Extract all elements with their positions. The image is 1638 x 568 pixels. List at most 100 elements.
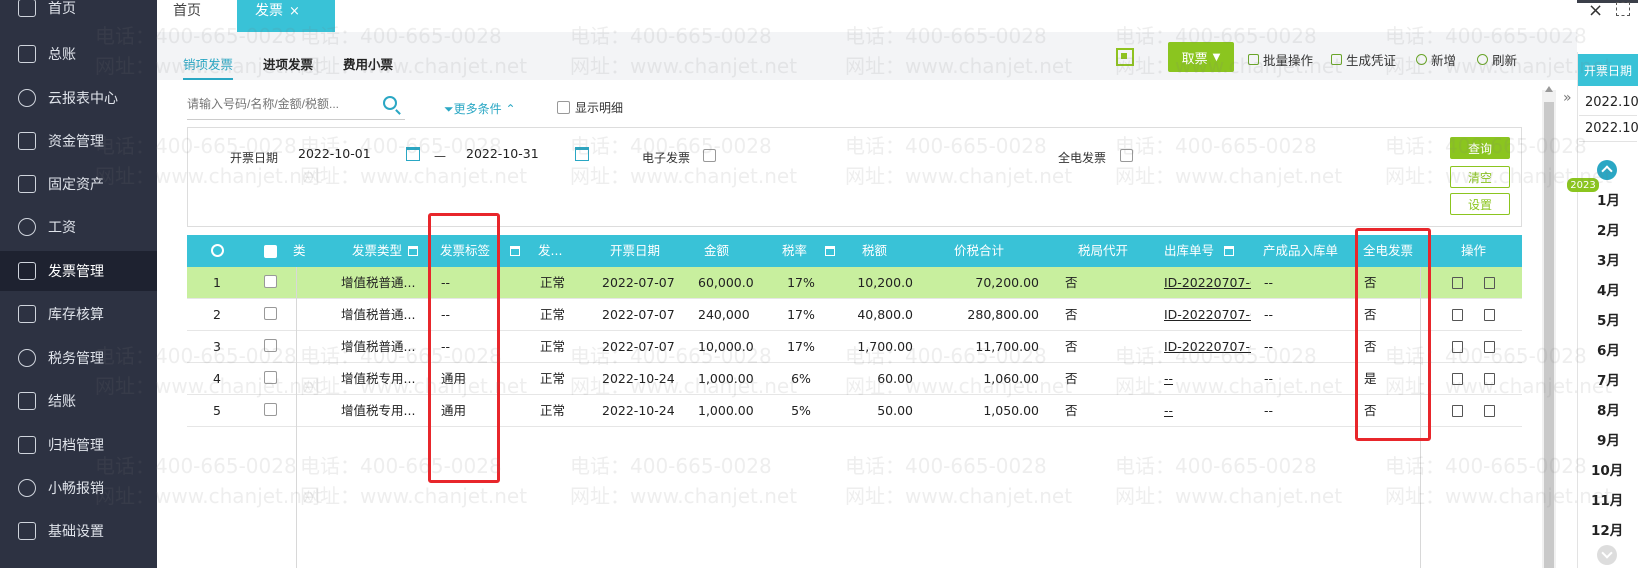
fetch-invoice-button[interactable]: 取票 ▼ (1168, 42, 1234, 72)
tab-output-invoice[interactable]: 销项发票 (183, 46, 234, 80)
date-panel-value[interactable]: 2022.10 (1579, 90, 1638, 116)
column-settings-gear-icon[interactable] (211, 244, 224, 257)
header-agent[interactable]: 税局代开 (1078, 235, 1128, 267)
month-item[interactable]: 11月 (1591, 489, 1631, 509)
header-total[interactable]: 价税合计 (954, 235, 1004, 267)
settings-button[interactable]: 设置 (1450, 193, 1510, 215)
collapse-panel-icon[interactable]: » (1563, 90, 1572, 106)
filter-icon[interactable] (408, 246, 419, 256)
view-detail-icon[interactable] (1452, 309, 1463, 321)
scrollbar-thumb[interactable] (1544, 102, 1554, 568)
tab-invoice[interactable]: 发票 × (237, 0, 335, 32)
search-icon[interactable] (383, 96, 397, 110)
header-outbound[interactable]: 出库单号 (1164, 235, 1235, 267)
delete-icon[interactable] (1484, 373, 1495, 385)
view-detail-icon[interactable] (1452, 405, 1463, 417)
header-amount[interactable]: 金额 (704, 235, 729, 267)
table-row[interactable]: 2 增值税普通... -- 正常 2022-07-07 240,000 17% 40,800.… (187, 299, 1522, 331)
month-item[interactable]: 8月 (1597, 399, 1637, 419)
sidebar-item[interactable]: 小畅报销 (0, 468, 157, 508)
window-close-icon[interactable]: × (1588, 0, 1603, 21)
cell-outbound[interactable]: ID-20220707-0 (1164, 267, 1251, 299)
month-item[interactable]: 9月 (1597, 429, 1637, 449)
row-checkbox[interactable] (264, 275, 277, 288)
sidebar-item[interactable]: 首页 (0, 0, 157, 28)
month-item[interactable]: 4月 (1597, 279, 1637, 299)
date-panel-value[interactable]: 2022.10 (1579, 116, 1638, 142)
view-detail-icon[interactable] (1452, 277, 1463, 289)
delete-icon[interactable] (1484, 405, 1495, 417)
tab-close-icon[interactable]: × (289, 4, 300, 19)
filter-icon[interactable] (1224, 246, 1235, 256)
show-detail-checkbox[interactable] (557, 101, 570, 114)
sidebar-item[interactable]: 工资 (0, 207, 157, 247)
cell-outbound[interactable]: -- (1164, 395, 1251, 427)
month-item[interactable]: 2月 (1597, 219, 1637, 239)
month-item[interactable]: 5月 (1597, 309, 1637, 329)
table-row[interactable]: 4 增值税专用... 通用 正常 2022-10-24 1,000.00 6% 60.00 1,… (187, 363, 1522, 395)
month-item[interactable]: 7月 (1597, 369, 1637, 389)
cell-outbound[interactable]: -- (1164, 363, 1251, 395)
month-item[interactable]: 1月 (1597, 189, 1637, 209)
sidebar-item[interactable]: 固定资产 (0, 164, 157, 204)
sidebar-item[interactable]: 发票管理 (0, 251, 157, 291)
vertical-scrollbar[interactable] (1542, 90, 1556, 568)
sidebar-item[interactable]: 总账 (0, 34, 157, 74)
month-item[interactable]: 12月 (1591, 519, 1631, 539)
batch-operation-button[interactable]: 批量操作 (1248, 50, 1313, 69)
more-conditions-toggle[interactable]: ⏷更多条件 ⌃ (444, 100, 516, 117)
header-tax[interactable]: 税额 (862, 235, 887, 267)
previous-year-icon[interactable] (1597, 160, 1617, 180)
sidebar-item[interactable]: 基础设置 (0, 511, 157, 551)
cell-outbound[interactable]: ID-20220707-0 (1164, 299, 1251, 331)
table-row[interactable]: 1 增值税普通... -- 正常 2022-07-07 60,000.0 17% 10,200… (187, 267, 1522, 299)
sidebar-item[interactable]: 云报表中心 (0, 78, 157, 118)
cell-outbound[interactable]: ID-20220707-0 (1164, 331, 1251, 363)
sidebar-item[interactable]: 库存核算 (0, 294, 157, 334)
full-e-invoice-checkbox[interactable] (1120, 149, 1133, 162)
search-input[interactable] (187, 90, 377, 118)
show-detail-toggle[interactable]: 显示明细 (557, 99, 623, 116)
tab-input-invoice[interactable]: 进项发票 (263, 46, 313, 80)
tab-home[interactable]: 首页 (173, 0, 201, 22)
date-from-field[interactable]: 2022-10-01 (298, 146, 371, 161)
header-inbound[interactable]: 产成品入库单 (1263, 235, 1338, 267)
month-item[interactable]: 10月 (1591, 459, 1631, 479)
sidebar-item[interactable]: 资金管理 (0, 121, 157, 161)
view-detail-icon[interactable] (1452, 373, 1463, 385)
header-invoice-type[interactable]: 发票类型 (352, 235, 419, 267)
row-checkbox[interactable] (264, 403, 277, 416)
delete-icon[interactable] (1484, 309, 1495, 321)
fullscreen-icon[interactable] (1616, 2, 1630, 16)
month-item[interactable]: 3月 (1597, 249, 1637, 269)
delete-icon[interactable] (1484, 277, 1495, 289)
calendar-icon[interactable] (406, 147, 420, 161)
calendar-icon[interactable] (575, 147, 589, 161)
next-year-icon[interactable] (1597, 545, 1617, 565)
view-detail-icon[interactable] (1452, 341, 1463, 353)
select-all-checkbox[interactable] (264, 245, 277, 258)
row-checkbox[interactable] (264, 307, 277, 320)
row-checkbox[interactable] (264, 339, 277, 352)
date-to-field[interactable]: 2022-10-31 (466, 146, 539, 161)
table-row[interactable]: 5 增值税专用... 通用 正常 2022-10-24 1,000.00 5% 50.00 1,… (187, 395, 1522, 427)
filter-icon[interactable] (510, 246, 521, 256)
filter-icon[interactable] (825, 246, 836, 256)
header-status[interactable]: 发... (538, 235, 562, 267)
month-item[interactable]: 6月 (1597, 339, 1637, 359)
clear-button[interactable]: 清空 (1450, 166, 1510, 188)
sidebar-item[interactable]: 结账 (0, 381, 157, 421)
e-invoice-checkbox[interactable] (703, 149, 716, 162)
generate-voucher-button[interactable]: 生成凭证 (1331, 50, 1396, 69)
query-button[interactable]: 查询 (1450, 137, 1510, 159)
header-rate[interactable]: 税率 (782, 235, 836, 267)
tab-expense-receipt[interactable]: 费用小票 (343, 46, 393, 80)
refresh-button[interactable]: 刷新 (1477, 50, 1517, 69)
sidebar-item[interactable]: 归档管理 (0, 425, 157, 465)
qr-code-icon[interactable] (1116, 48, 1134, 66)
add-button[interactable]: 新增 (1416, 50, 1456, 69)
sidebar-item[interactable]: 税务管理 (0, 338, 157, 378)
delete-icon[interactable] (1484, 341, 1495, 353)
header-date[interactable]: 开票日期 (610, 235, 660, 267)
row-checkbox[interactable] (264, 371, 277, 384)
